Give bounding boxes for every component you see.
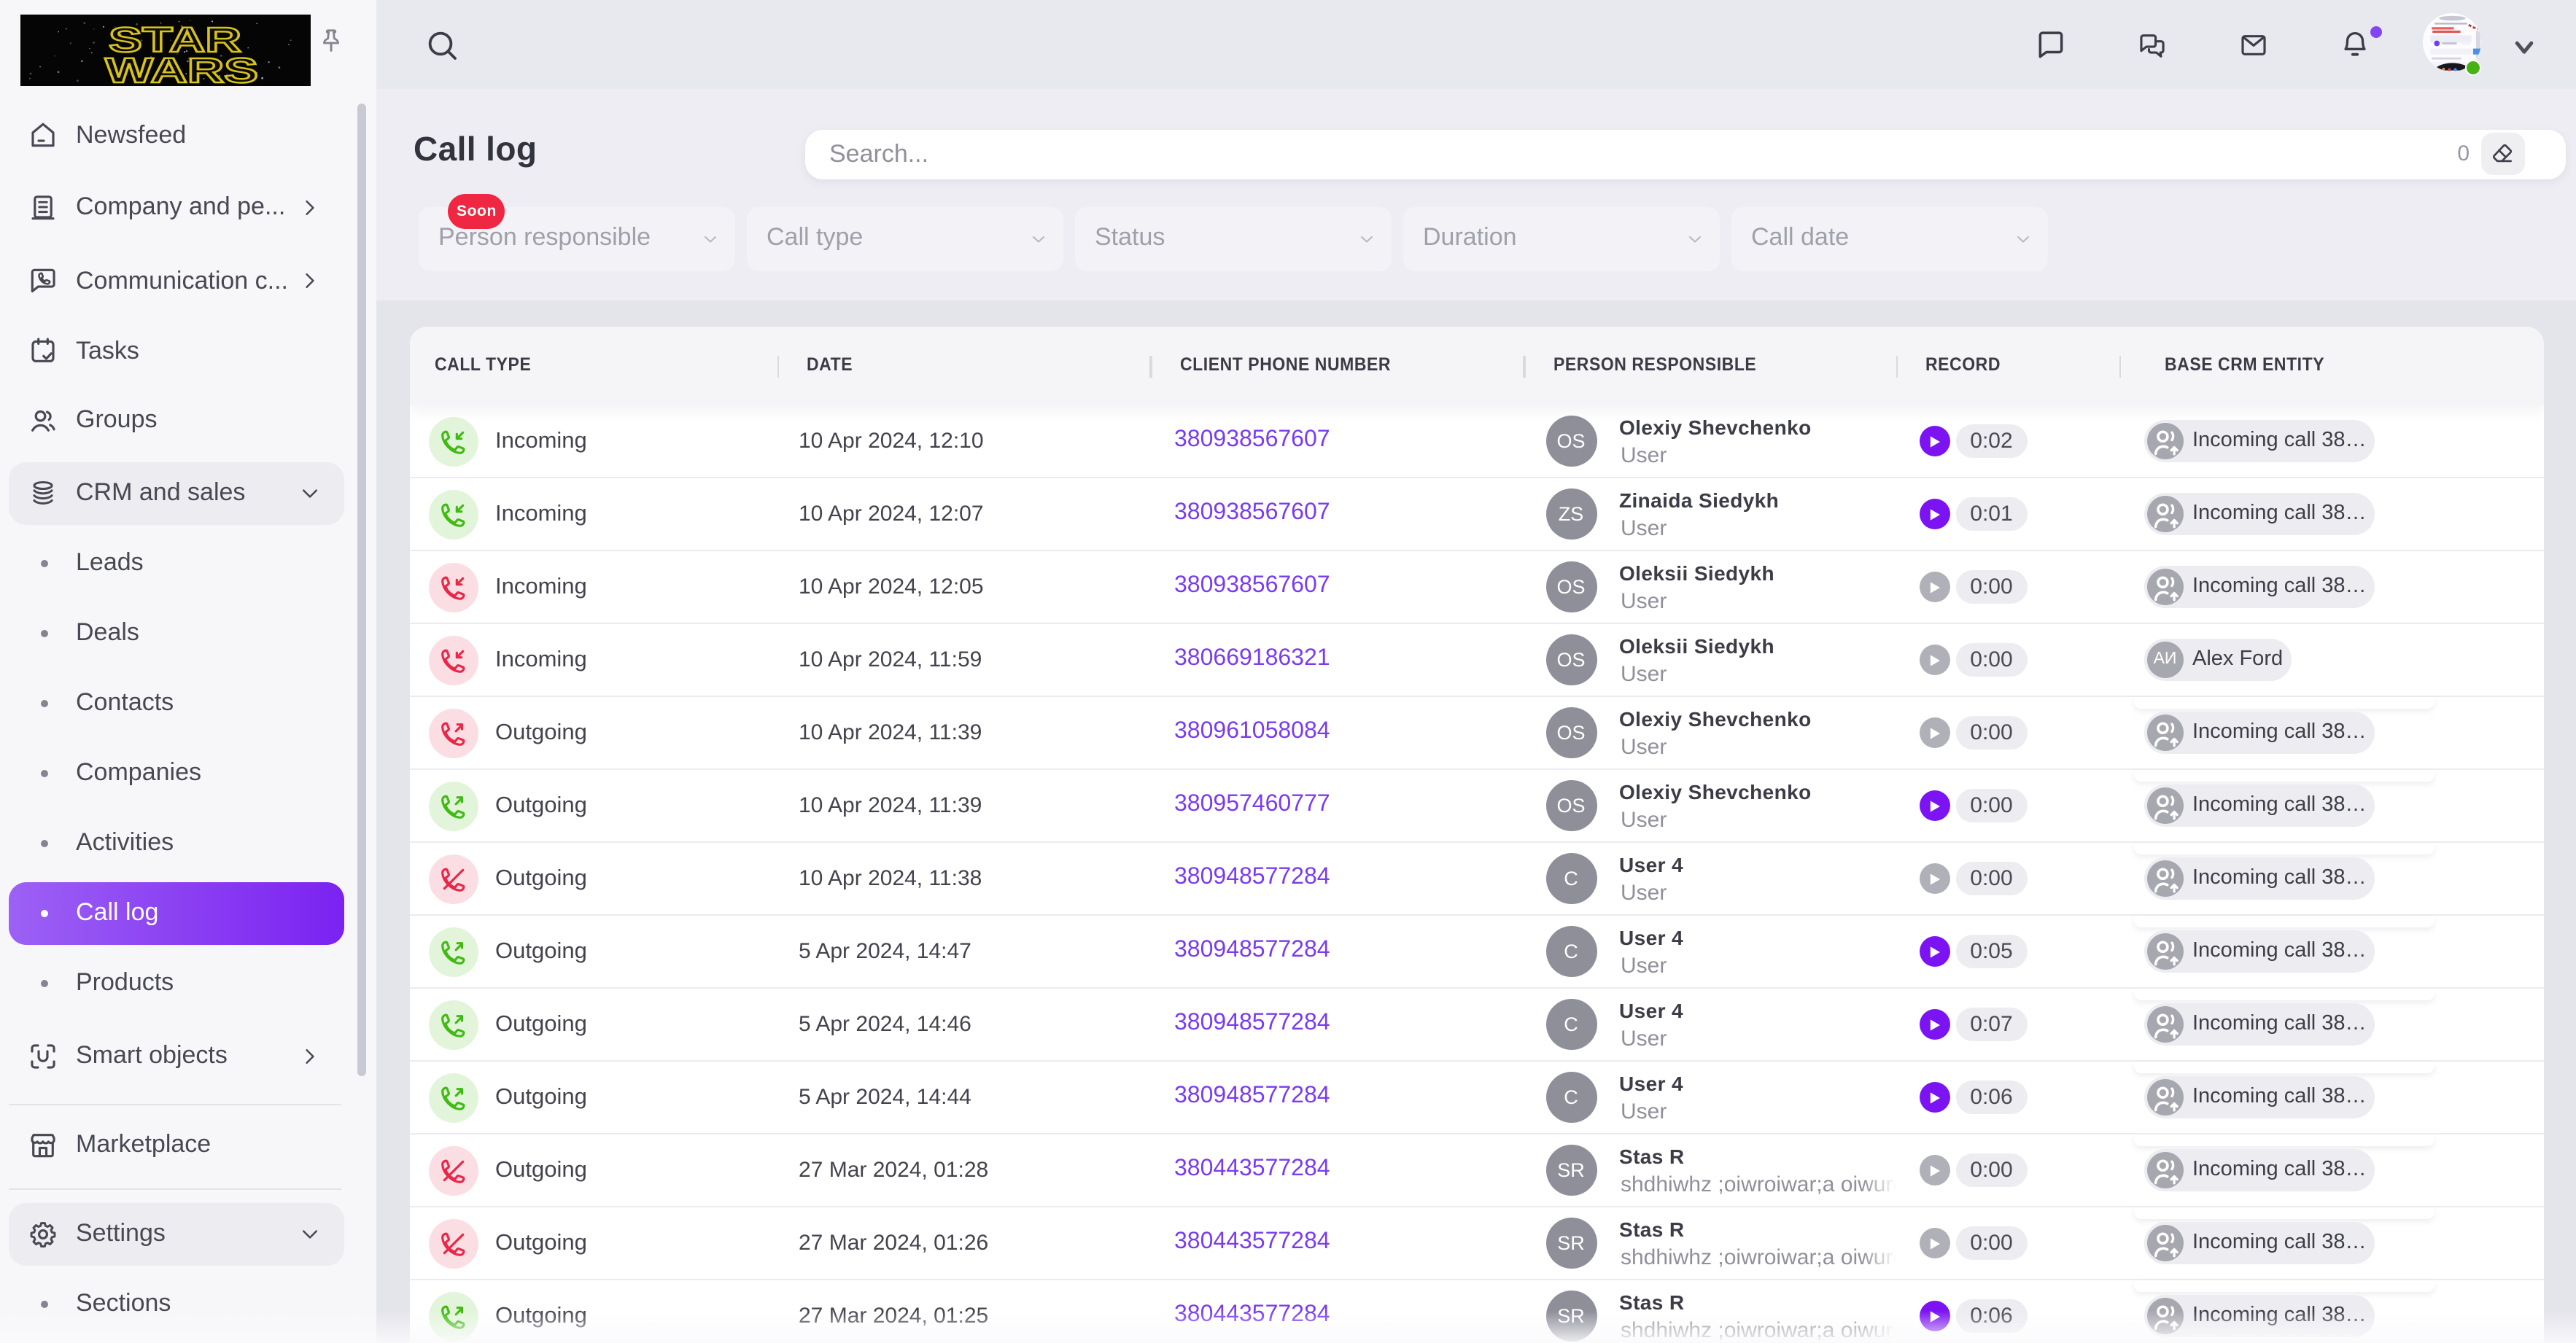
svg-text:WARS: WARS xyxy=(104,52,257,86)
